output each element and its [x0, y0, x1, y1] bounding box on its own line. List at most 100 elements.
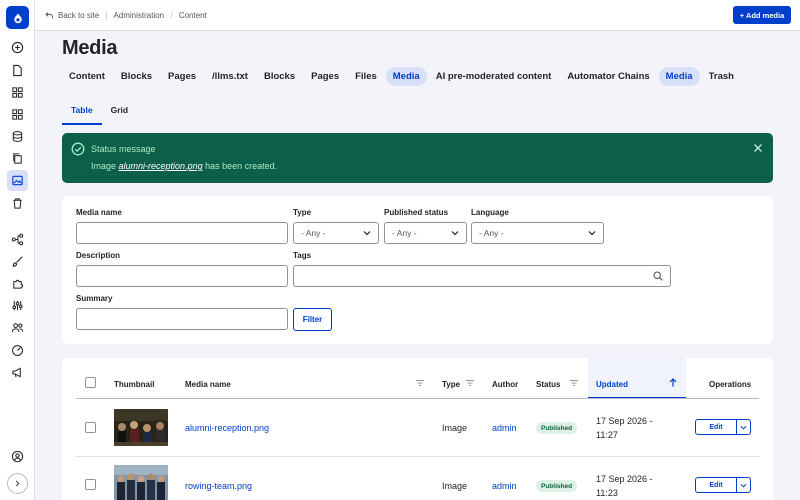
tab-ai-pre-moderated[interactable]: AI pre-moderated content — [429, 67, 559, 86]
page-title: Media — [62, 37, 118, 59]
tab-blocks-2[interactable]: Blocks — [257, 67, 302, 86]
description-input[interactable] — [76, 265, 288, 287]
select-all-checkbox[interactable] — [85, 377, 96, 388]
tab-media[interactable]: Media — [385, 67, 427, 86]
media-name-link[interactable]: rowing-team.png — [185, 481, 252, 491]
media-icon[interactable] — [7, 170, 28, 191]
chevron-down-icon[interactable] — [737, 478, 750, 492]
gauge-icon[interactable] — [7, 340, 28, 361]
back-to-site-label: Back to site — [58, 10, 100, 20]
author-link[interactable]: admin — [492, 423, 517, 433]
column-updated[interactable]: Updated — [596, 380, 628, 389]
media-table: Thumbnail Media name Type Author Status … — [62, 358, 773, 500]
plus-circle-icon[interactable] — [7, 37, 28, 58]
sort-icon[interactable] — [466, 380, 474, 386]
chevron-down-icon — [451, 231, 459, 236]
tab-blocks[interactable]: Blocks — [114, 67, 159, 86]
status-badge: Published — [536, 480, 578, 492]
tab-media-2[interactable]: Media — [658, 67, 700, 86]
close-icon[interactable] — [753, 143, 763, 153]
column-status[interactable]: Status — [536, 380, 560, 389]
tags-input[interactable] — [293, 265, 671, 287]
copy-icon[interactable] — [7, 148, 28, 169]
updated-time: 11:23 — [596, 488, 618, 498]
published-status-select[interactable]: - Any - — [384, 222, 467, 244]
grid-alt-icon[interactable] — [7, 104, 28, 125]
column-type[interactable]: Type — [442, 380, 460, 389]
published-status-value: - Any - — [392, 228, 417, 238]
status-badge: Published — [536, 422, 578, 434]
database-icon[interactable] — [7, 126, 28, 147]
breadcrumb: Administration / Content — [113, 11, 206, 20]
thumbnail-image[interactable] — [114, 409, 168, 446]
media-name-input[interactable] — [76, 222, 288, 244]
row-checkbox[interactable] — [85, 479, 96, 490]
primary-tabs: Content Blocks Pages /llms.txt Blocks Pa… — [62, 67, 743, 86]
megaphone-icon[interactable] — [7, 362, 28, 383]
thumbnail-image[interactable] — [114, 465, 168, 500]
description-label: Description — [76, 251, 121, 260]
tab-pages[interactable]: Pages — [161, 67, 203, 86]
back-to-site-link[interactable]: Back to site — [45, 11, 99, 20]
chevron-down-icon[interactable] — [737, 420, 750, 434]
sort-icon[interactable] — [416, 380, 424, 386]
admin-sidebar — [0, 0, 35, 500]
edit-button[interactable]: Edit — [696, 478, 737, 492]
structure-icon[interactable] — [7, 229, 28, 250]
filter-button[interactable]: Filter — [293, 308, 332, 331]
status-text: Image alumni-reception.png has been crea… — [91, 161, 277, 171]
user-icon[interactable] — [7, 446, 28, 467]
media-type: Image — [442, 423, 468, 433]
status-title: Status message — [91, 144, 156, 154]
chevron-down-icon — [363, 231, 371, 236]
column-media-name[interactable]: Media name — [185, 380, 231, 389]
sliders-icon[interactable] — [7, 295, 28, 316]
edit-dropbutton: Edit — [695, 477, 751, 493]
edit-button[interactable]: Edit — [696, 420, 737, 434]
tab-pages-2[interactable]: Pages — [304, 67, 346, 86]
status-file-link[interactable]: alumni-reception.png — [119, 161, 203, 171]
header-divider — [76, 398, 759, 399]
updated-date: 17 Sep 2026 - — [596, 416, 653, 426]
type-select-value: - Any - — [301, 228, 326, 238]
back-arrow-icon — [45, 11, 53, 18]
row-divider — [76, 456, 759, 457]
brush-icon[interactable] — [7, 251, 28, 272]
subtab-grid[interactable]: Grid — [102, 100, 137, 125]
breadcrumb-content[interactable]: Content — [179, 11, 207, 20]
tab-content[interactable]: Content — [62, 67, 112, 86]
updated-time: 11:27 — [596, 430, 618, 440]
filter-form: Media name Type - Any - Published status… — [62, 196, 773, 344]
tab-files[interactable]: Files — [348, 67, 384, 86]
people-icon[interactable] — [7, 317, 28, 338]
drupal-logo-icon[interactable] — [6, 6, 29, 29]
add-media-button[interactable]: + Add media — [733, 6, 791, 24]
expand-icon[interactable] — [7, 473, 28, 494]
status-message: Status message Image alumni-reception.pn… — [62, 133, 773, 183]
grid-icon[interactable] — [7, 82, 28, 103]
breadcrumb-divider: | — [105, 10, 108, 20]
breadcrumb-administration[interactable]: Administration — [113, 11, 164, 20]
language-select[interactable]: - Any - — [471, 222, 604, 244]
top-toolbar: Back to site | Administration / Content — [35, 0, 800, 31]
tab-trash[interactable]: Trash — [702, 67, 741, 86]
sort-icon[interactable] — [570, 380, 578, 386]
file-icon[interactable] — [7, 60, 28, 81]
author-link[interactable]: admin — [492, 481, 517, 491]
type-select[interactable]: - Any - — [293, 222, 379, 244]
tab-automator-chains[interactable]: Automator Chains — [560, 67, 656, 86]
language-label: Language — [471, 208, 509, 217]
puzzle-icon[interactable] — [7, 273, 28, 294]
row-checkbox[interactable] — [85, 422, 96, 433]
trash-icon[interactable] — [7, 193, 28, 214]
column-operations: Operations — [709, 380, 752, 389]
subtab-table[interactable]: Table — [62, 100, 102, 125]
secondary-tabs: Table Grid — [62, 100, 137, 125]
media-name-link[interactable]: alumni-reception.png — [185, 423, 269, 433]
status-suffix: has been created. — [205, 161, 278, 171]
search-icon — [653, 271, 663, 281]
summary-input[interactable] — [76, 308, 288, 330]
column-author: Author — [492, 380, 519, 389]
tab-llms-txt[interactable]: /llms.txt — [205, 67, 255, 86]
summary-label: Summary — [76, 294, 113, 303]
